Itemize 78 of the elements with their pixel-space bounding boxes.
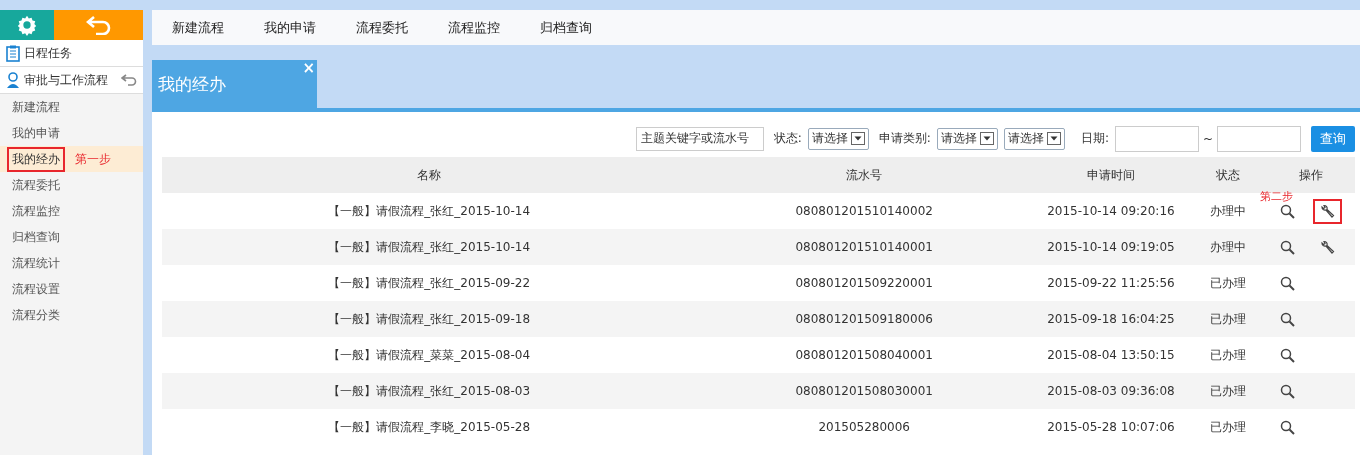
collapse-icon[interactable] [121, 74, 137, 86]
column-header: 流水号 [696, 157, 1033, 193]
table-cell: 已办理 [1189, 301, 1267, 337]
nav-link[interactable]: 流程委托 [356, 18, 408, 37]
table-cell: 080801201508030001 [696, 373, 1033, 409]
table-cell: 2015-09-22 11:25:56 [1032, 265, 1190, 301]
sidebar-label: 日程任务 [24, 44, 72, 62]
table-cell: 2015-10-14 09:19:05 [1032, 229, 1190, 265]
submenu-item[interactable]: 流程统计 [7, 250, 65, 276]
table-cell: 已办理 [1189, 373, 1267, 409]
type-dropdown[interactable]: 请选择 [1003, 127, 1065, 150]
table-cell: 080801201508040001 [696, 337, 1033, 373]
filter-label: 状态: [773, 130, 802, 147]
search-icon[interactable] [1280, 419, 1296, 435]
sidebar-label: 审批与工作流程 [24, 71, 108, 89]
type-dropdown[interactable]: 请选择 [936, 127, 998, 150]
table-cell: 已办理 [1189, 265, 1267, 301]
date-separator: ~ [1202, 131, 1213, 146]
submenu-item[interactable]: 我的申请 [7, 120, 65, 146]
table-cell: 080801201509220001 [696, 265, 1033, 301]
submenu-item[interactable]: 流程设置 [7, 276, 65, 302]
step-annotation: 第一步 [75, 150, 111, 168]
nav-link[interactable]: 新建流程 [172, 18, 224, 37]
wrench-icon[interactable] [1320, 239, 1336, 255]
table-cell: 【一般】请假流程_张红_2015-10-14 [162, 193, 697, 229]
sidebar-item[interactable]: 审批与工作流程 [0, 67, 143, 94]
submenu-item[interactable]: 我的经办 [7, 146, 65, 172]
table-cell: 2015-05-28 10:07:06 [1032, 409, 1190, 445]
table-cell: 办理中 [1189, 229, 1267, 265]
table-cell: 2015-08-04 13:50:15 [1032, 337, 1190, 373]
user-icon [6, 71, 20, 89]
submenu-item[interactable]: 流程分类 [7, 302, 65, 328]
back-icon [85, 15, 112, 35]
submenu-item[interactable]: 归档查询 [7, 224, 65, 250]
nav-link[interactable]: 我的申请 [264, 18, 316, 37]
settings-button[interactable] [0, 10, 54, 40]
table-cell: 080801201509180006 [696, 301, 1033, 337]
nav-link[interactable]: 归档查询 [540, 18, 592, 37]
clipboard-icon [6, 44, 20, 62]
search-field[interactable]: 主题关键字或流水号 [635, 126, 764, 151]
wrench-icon[interactable] [1320, 203, 1336, 219]
table-cell: 2015-10-14 09:20:16 [1032, 193, 1190, 229]
end-date-field[interactable] [1217, 125, 1301, 152]
submenu-item[interactable]: 流程委托 [7, 172, 65, 198]
table-cell: 【一般】请假流程_张红_2015-08-03 [162, 373, 697, 409]
tab-label: 我的经办 [158, 72, 226, 96]
column-header: 申请时间 [1032, 157, 1190, 193]
search-icon[interactable] [1280, 239, 1296, 255]
table-cell: 201505280006 [696, 409, 1033, 445]
table-cell: 已办理 [1189, 409, 1267, 445]
submenu-item[interactable]: 流程监控 [7, 198, 65, 224]
dropdown-caret-icon [850, 132, 865, 145]
table-cell: 2015-09-18 16:04:25 [1032, 301, 1190, 337]
submenu-item[interactable]: 新建流程 [7, 94, 65, 120]
table-cell: 【一般】请假流程_张红_2015-10-14 [162, 229, 697, 265]
table-cell: 080801201510140002 [696, 193, 1033, 229]
filter-label: 申请类别: [878, 130, 931, 147]
table-cell: 080801201510140001 [696, 229, 1033, 265]
table-cell: 【一般】请假流程_李晓_2015-05-28 [162, 409, 697, 445]
table-cell: 已办理 [1189, 337, 1267, 373]
nav-link[interactable]: 流程监控 [448, 18, 500, 37]
table-cell: 【一般】请假流程_张红_2015-09-18 [162, 301, 697, 337]
sidebar-item[interactable]: 日程任务 [0, 40, 143, 67]
search-icon[interactable] [1280, 311, 1296, 327]
search-icon[interactable] [1280, 275, 1296, 291]
column-header: 名称 [162, 157, 697, 193]
table-cell: 【一般】请假流程_张红_2015-09-22 [162, 265, 697, 301]
status-dropdown[interactable]: 请选择 [807, 127, 869, 150]
table-cell: 2015-08-03 09:36:08 [1032, 373, 1190, 409]
search-icon[interactable] [1280, 383, 1296, 399]
search-icon[interactable] [1280, 347, 1296, 363]
settings-icon [16, 14, 38, 36]
search-icon[interactable] [1280, 203, 1296, 219]
filter-label: 日期: [1080, 130, 1109, 147]
table-cell: 【一般】请假流程_菜菜_2015-08-04 [162, 337, 697, 373]
start-date-field[interactable] [1114, 125, 1199, 152]
dropdown-caret-icon [1046, 132, 1061, 145]
dropdown-caret-icon [979, 132, 994, 145]
